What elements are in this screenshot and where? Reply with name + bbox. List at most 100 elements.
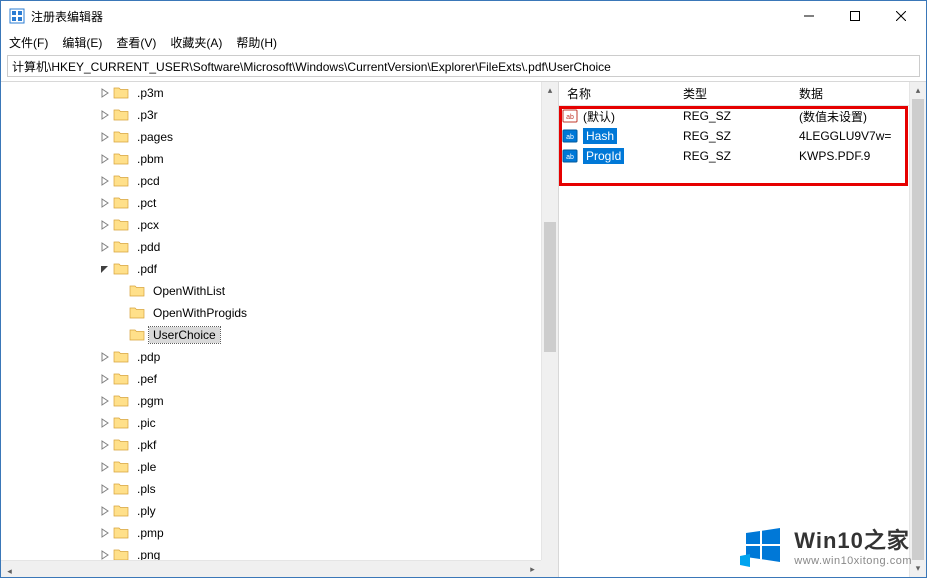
folder-icon xyxy=(113,415,129,431)
values-list[interactable]: (默认)REG_SZ(数值未设置)HashREG_SZ4LEGGLU9V7w=P… xyxy=(559,106,909,577)
tree-node[interactable]: .p3r xyxy=(1,104,541,126)
scroll-up-icon[interactable]: ▴ xyxy=(910,82,926,99)
tree-node[interactable]: .ply xyxy=(1,500,541,522)
string-value-icon xyxy=(559,148,581,164)
folder-icon xyxy=(113,547,129,560)
folder-icon xyxy=(113,151,129,167)
scroll-thumb[interactable] xyxy=(544,222,556,352)
expand-icon[interactable] xyxy=(97,374,113,384)
menu-view[interactable]: 查看(V) xyxy=(116,34,156,51)
menu-favorites[interactable]: 收藏夹(A) xyxy=(170,34,222,51)
tree-vertical-scrollbar[interactable]: ▴ ▾ xyxy=(541,82,558,577)
folder-icon xyxy=(113,503,129,519)
tree-node-label: .pdd xyxy=(133,239,164,255)
tree-node[interactable]: .pdp xyxy=(1,346,541,368)
menu-file[interactable]: 文件(F) xyxy=(9,34,48,51)
scroll-up-icon[interactable]: ▴ xyxy=(542,82,558,99)
expand-icon[interactable] xyxy=(97,154,113,164)
expand-icon[interactable] xyxy=(97,110,113,120)
tree-node[interactable]: .pcx xyxy=(1,214,541,236)
scroll-down-icon[interactable]: ▾ xyxy=(910,560,926,577)
expand-icon[interactable] xyxy=(97,528,113,538)
minimize-button[interactable] xyxy=(786,1,832,31)
tree-node-label: .pic xyxy=(133,415,160,431)
scroll-left-icon[interactable]: ◂ xyxy=(1,563,18,577)
body-split: .p3m.p3r.pages.pbm.pcd.pct.pcx.pdd.pdfOp… xyxy=(1,81,926,577)
tree-node[interactable]: .pages xyxy=(1,126,541,148)
tree-node[interactable]: .pic xyxy=(1,412,541,434)
value-row[interactable]: ProgIdREG_SZKWPS.PDF.9 xyxy=(559,146,909,166)
expand-icon[interactable] xyxy=(97,242,113,252)
value-row[interactable]: (默认)REG_SZ(数值未设置) xyxy=(559,106,909,126)
tree-node-label: .pef xyxy=(133,371,161,387)
tree-node-label: .pct xyxy=(133,195,160,211)
value-data: (数值未设置) xyxy=(791,108,909,125)
tree-node[interactable]: .pkf xyxy=(1,434,541,456)
tree-node-label: OpenWithProgids xyxy=(149,305,251,321)
close-button[interactable] xyxy=(878,1,924,31)
expand-icon[interactable] xyxy=(97,418,113,428)
tree-node-label: .pcd xyxy=(133,173,164,189)
expand-icon[interactable] xyxy=(97,440,113,450)
tree-node[interactable]: OpenWithProgids xyxy=(1,302,541,324)
menu-help[interactable]: 帮助(H) xyxy=(236,34,277,51)
maximize-button[interactable] xyxy=(832,1,878,31)
expand-icon[interactable] xyxy=(97,506,113,516)
tree-node[interactable]: .pbm xyxy=(1,148,541,170)
tree-node-label: .pcx xyxy=(133,217,163,233)
collapse-icon[interactable] xyxy=(97,264,113,274)
tree-node[interactable]: .pcd xyxy=(1,170,541,192)
folder-icon xyxy=(129,327,145,343)
tree-node[interactable]: .pmp xyxy=(1,522,541,544)
expand-icon[interactable] xyxy=(97,550,113,560)
tree-view[interactable]: .p3m.p3r.pages.pbm.pcd.pct.pcx.pdd.pdfOp… xyxy=(1,82,541,560)
expand-icon[interactable] xyxy=(97,462,113,472)
col-data[interactable]: 数据 xyxy=(791,85,926,102)
scroll-right-icon[interactable]: ▸ xyxy=(524,561,541,577)
tree-node[interactable]: .pct xyxy=(1,192,541,214)
value-data: 4LEGGLU9V7w= xyxy=(791,129,909,143)
tree-horizontal-scrollbar[interactable]: ◂ ▸ xyxy=(1,560,541,577)
scroll-thumb[interactable] xyxy=(912,99,924,560)
tree-node-label: .pages xyxy=(133,129,177,145)
folder-icon xyxy=(113,481,129,497)
app-icon xyxy=(9,8,25,24)
menu-edit[interactable]: 编辑(E) xyxy=(62,34,102,51)
expand-icon[interactable] xyxy=(97,176,113,186)
expand-icon[interactable] xyxy=(97,396,113,406)
tree-pane: .p3m.p3r.pages.pbm.pcd.pct.pcx.pdd.pdfOp… xyxy=(1,82,559,577)
value-type: REG_SZ xyxy=(675,129,791,143)
windows-logo-icon xyxy=(740,523,784,567)
col-name[interactable]: 名称 xyxy=(559,85,675,102)
folder-icon xyxy=(113,173,129,189)
tree-node[interactable]: .pgm xyxy=(1,390,541,412)
expand-icon[interactable] xyxy=(97,352,113,362)
folder-icon xyxy=(113,349,129,365)
expand-icon[interactable] xyxy=(97,132,113,142)
value-row[interactable]: HashREG_SZ4LEGGLU9V7w= xyxy=(559,126,909,146)
watermark-url: www.win10xitong.com xyxy=(794,555,912,567)
folder-icon xyxy=(113,129,129,145)
folder-icon xyxy=(113,371,129,387)
tree-node[interactable]: .ple xyxy=(1,456,541,478)
tree-node[interactable]: .pef xyxy=(1,368,541,390)
expand-icon[interactable] xyxy=(97,198,113,208)
menubar: 文件(F) 编辑(E) 查看(V) 收藏夹(A) 帮助(H) xyxy=(1,31,926,53)
value-name: (默认) xyxy=(581,108,675,125)
tree-node[interactable]: .pdd xyxy=(1,236,541,258)
tree-node[interactable]: OpenWithList xyxy=(1,280,541,302)
address-bar[interactable]: 计算机\HKEY_CURRENT_USER\Software\Microsoft… xyxy=(7,55,920,77)
expand-icon[interactable] xyxy=(97,220,113,230)
values-vertical-scrollbar[interactable]: ▴ ▾ xyxy=(909,82,926,577)
tree-node[interactable]: .png xyxy=(1,544,541,560)
window-title: 注册表编辑器 xyxy=(31,8,103,25)
col-type[interactable]: 类型 xyxy=(675,85,791,102)
folder-icon xyxy=(113,261,129,277)
expand-icon[interactable] xyxy=(97,88,113,98)
tree-node[interactable]: UserChoice xyxy=(1,324,541,346)
tree-node[interactable]: .pls xyxy=(1,478,541,500)
tree-node[interactable]: .p3m xyxy=(1,82,541,104)
value-type: REG_SZ xyxy=(675,149,791,163)
expand-icon[interactable] xyxy=(97,484,113,494)
tree-node[interactable]: .pdf xyxy=(1,258,541,280)
